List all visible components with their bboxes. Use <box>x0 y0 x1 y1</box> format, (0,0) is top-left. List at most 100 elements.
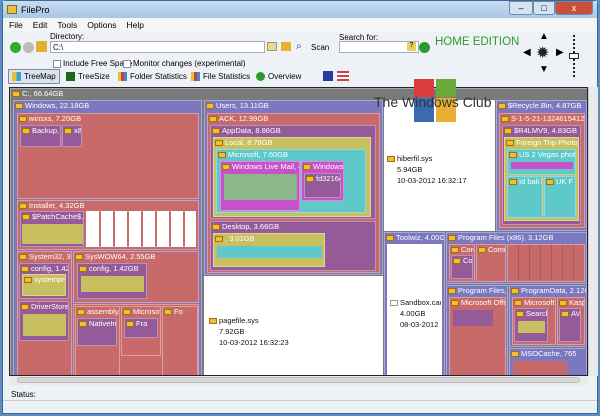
block-sandbox-cache[interactable]: Sandbox.cache 4.00GB 08-03-2012 22 <box>387 244 442 375</box>
block-av[interactable]: AV <box>559 308 581 342</box>
block-config[interactable]: config, 1.42GB <box>77 263 147 299</box>
block-label: systemprofile <box>34 275 65 284</box>
block-label: Desktop, 3.66GB <box>222 222 280 231</box>
block-windows-live-mail[interactable]: Windows Live Mail, 4.99 <box>220 161 300 211</box>
search-icon[interactable]: ⌕ <box>296 41 302 52</box>
block-label: config, 1.42GB <box>31 264 68 273</box>
vertical-scrollbar[interactable] <box>588 87 598 376</box>
maximize-button[interactable]: □ <box>533 1 555 15</box>
menu-edit[interactable]: Edit <box>33 20 48 30</box>
block-label: US 2 Vegas photo <box>519 150 576 159</box>
block-other-programs[interactable] <box>507 244 585 282</box>
file-size: 7.92GB <box>219 327 245 336</box>
block-microsoft-office[interactable]: Microsoft Offi <box>449 297 506 375</box>
save-icon[interactable] <box>323 71 333 81</box>
pan-right-icon[interactable]: ▶ <box>556 47 564 58</box>
block-systemprofile[interactable]: systemprofile <box>22 274 66 296</box>
monitor-changes-checkbox[interactable]: Monitor changes (experimental) <box>123 59 246 68</box>
block-label: assembly, 1. <box>87 307 120 316</box>
menu-tools[interactable]: Tools <box>57 20 77 30</box>
back-icon[interactable] <box>10 42 21 53</box>
browse-icon[interactable] <box>267 42 277 51</box>
scrollbar-thumb[interactable] <box>17 377 580 383</box>
tab-treemap[interactable]: TreeMap <box>8 69 60 84</box>
block-label: Co <box>463 256 473 265</box>
block-label: , 3.01GB <box>225 234 255 243</box>
block-label: Microsoft.N <box>133 307 161 316</box>
window-title: FilePro <box>21 4 50 15</box>
file-size: 4.00GB <box>400 309 426 318</box>
block-label: x8 <box>74 126 82 135</box>
menu-bar: File Edit Tools Options Help <box>3 18 597 31</box>
block-driverstore[interactable]: DriverStore, 1. <box>19 301 69 341</box>
menu-options[interactable]: Options <box>87 20 116 30</box>
block-label: System32, 3.81GB <box>29 252 71 261</box>
file-name: pagefile.sys <box>219 316 259 325</box>
treemap-view[interactable]: C:, 66.64GB Windows, 22.18GB winsxs, 7.2… <box>9 87 588 376</box>
pan-up-icon[interactable]: ▲ <box>539 31 549 42</box>
block-label: AV <box>571 309 581 318</box>
title-bar: FilePro – □ x <box>3 1 597 18</box>
export-icon[interactable] <box>337 71 349 81</box>
block-label: Installer, 4.32GB <box>29 201 85 210</box>
block-search[interactable]: Search <box>514 308 548 342</box>
overview-icon <box>256 72 265 81</box>
include-free-space-checkbox[interactable]: Include Free Space <box>53 59 132 68</box>
go-icon[interactable] <box>419 42 430 53</box>
block-desktop-sub[interactable]: , 3.01GB <box>213 233 325 267</box>
block-uk[interactable]: UK F <box>544 176 576 218</box>
block-label: UK F <box>556 177 574 186</box>
block-label: ProgramData, 2.12GB <box>521 286 586 295</box>
tab-label: File Statistics <box>203 72 251 81</box>
menu-help[interactable]: Help <box>127 20 144 30</box>
navigation-pad[interactable]: ▲ ◀ ✹ ▶ ▼ <box>523 31 567 77</box>
block-backup[interactable]: Backup, 5 <box>20 125 61 147</box>
block-fo[interactable]: Fo <box>162 306 198 375</box>
block-label: Foreign Trip Photos <box>516 138 579 147</box>
block-patchcache[interactable]: $PatchCache$, 1. <box>20 211 84 247</box>
block-framework[interactable]: Fra <box>124 318 158 338</box>
horizontal-scrollbar[interactable] <box>9 376 588 385</box>
tab-overview[interactable]: Overview <box>253 69 304 84</box>
hiberfil-info: hiberfil.sys 5.94GB 10-03-2012 16:32:17 <box>387 153 467 186</box>
block-label: Fra <box>136 319 148 328</box>
up-folder-icon[interactable] <box>36 41 47 52</box>
directory-input[interactable]: C:\ <box>50 41 265 53</box>
center-icon[interactable]: ✹ <box>536 43 549 63</box>
status-bar: Status: <box>3 387 597 401</box>
block-common[interactable]: Comm <box>476 244 506 282</box>
tab-file-statistics[interactable]: File Statistics <box>188 69 253 84</box>
block-x8[interactable]: x8 <box>62 125 82 147</box>
tab-label: TreeMap <box>24 72 56 81</box>
minimize-button[interactable]: – <box>509 1 533 15</box>
forward-icon[interactable] <box>23 42 34 53</box>
tab-label: Overview <box>268 72 302 81</box>
block-label: ACK, 12.99GB <box>219 114 269 123</box>
block-id-bali[interactable]: Id bali hc <box>507 176 543 218</box>
block-pagefile[interactable]: pagefile.sys 7.92GB 10-03-2012 16:32:23 <box>204 276 383 375</box>
help-icon[interactable]: ? <box>407 42 416 51</box>
pan-down-icon[interactable]: ▼ <box>539 64 549 75</box>
block-label: Search <box>526 309 548 318</box>
block-nativeimages[interactable]: NativeIma <box>77 318 117 346</box>
menu-file[interactable]: File <box>9 20 23 30</box>
open-folder-icon[interactable] <box>281 42 291 51</box>
status-label: Status: <box>11 390 36 399</box>
block-fd3216e[interactable]: fd3216e <box>304 173 341 198</box>
block-msocache[interactable]: MSOCache, 765 <box>509 348 587 375</box>
block-label: Id bali hc <box>519 177 542 186</box>
treesize-icon <box>66 72 75 81</box>
tab-treesize[interactable]: TreeSize <box>63 69 113 84</box>
block-label: $Recycle.Bin, 4.87GB <box>508 101 582 110</box>
bar-chart-icon <box>191 72 200 81</box>
block-label: Comm <box>488 245 505 254</box>
zoom-slider-thumb[interactable] <box>569 53 579 59</box>
block-label: winsxs, 7.20GB <box>29 114 82 123</box>
pan-left-icon[interactable]: ◀ <box>523 47 531 58</box>
tab-folder-statistics[interactable]: Folder Statistics <box>115 69 190 84</box>
block-us2-vegas[interactable]: US 2 Vegas photo <box>507 149 576 175</box>
block-installer-files[interactable] <box>86 211 196 247</box>
scan-button[interactable]: Scan <box>311 43 329 52</box>
close-button[interactable]: x <box>555 1 593 15</box>
block-co[interactable]: Co <box>451 255 473 279</box>
